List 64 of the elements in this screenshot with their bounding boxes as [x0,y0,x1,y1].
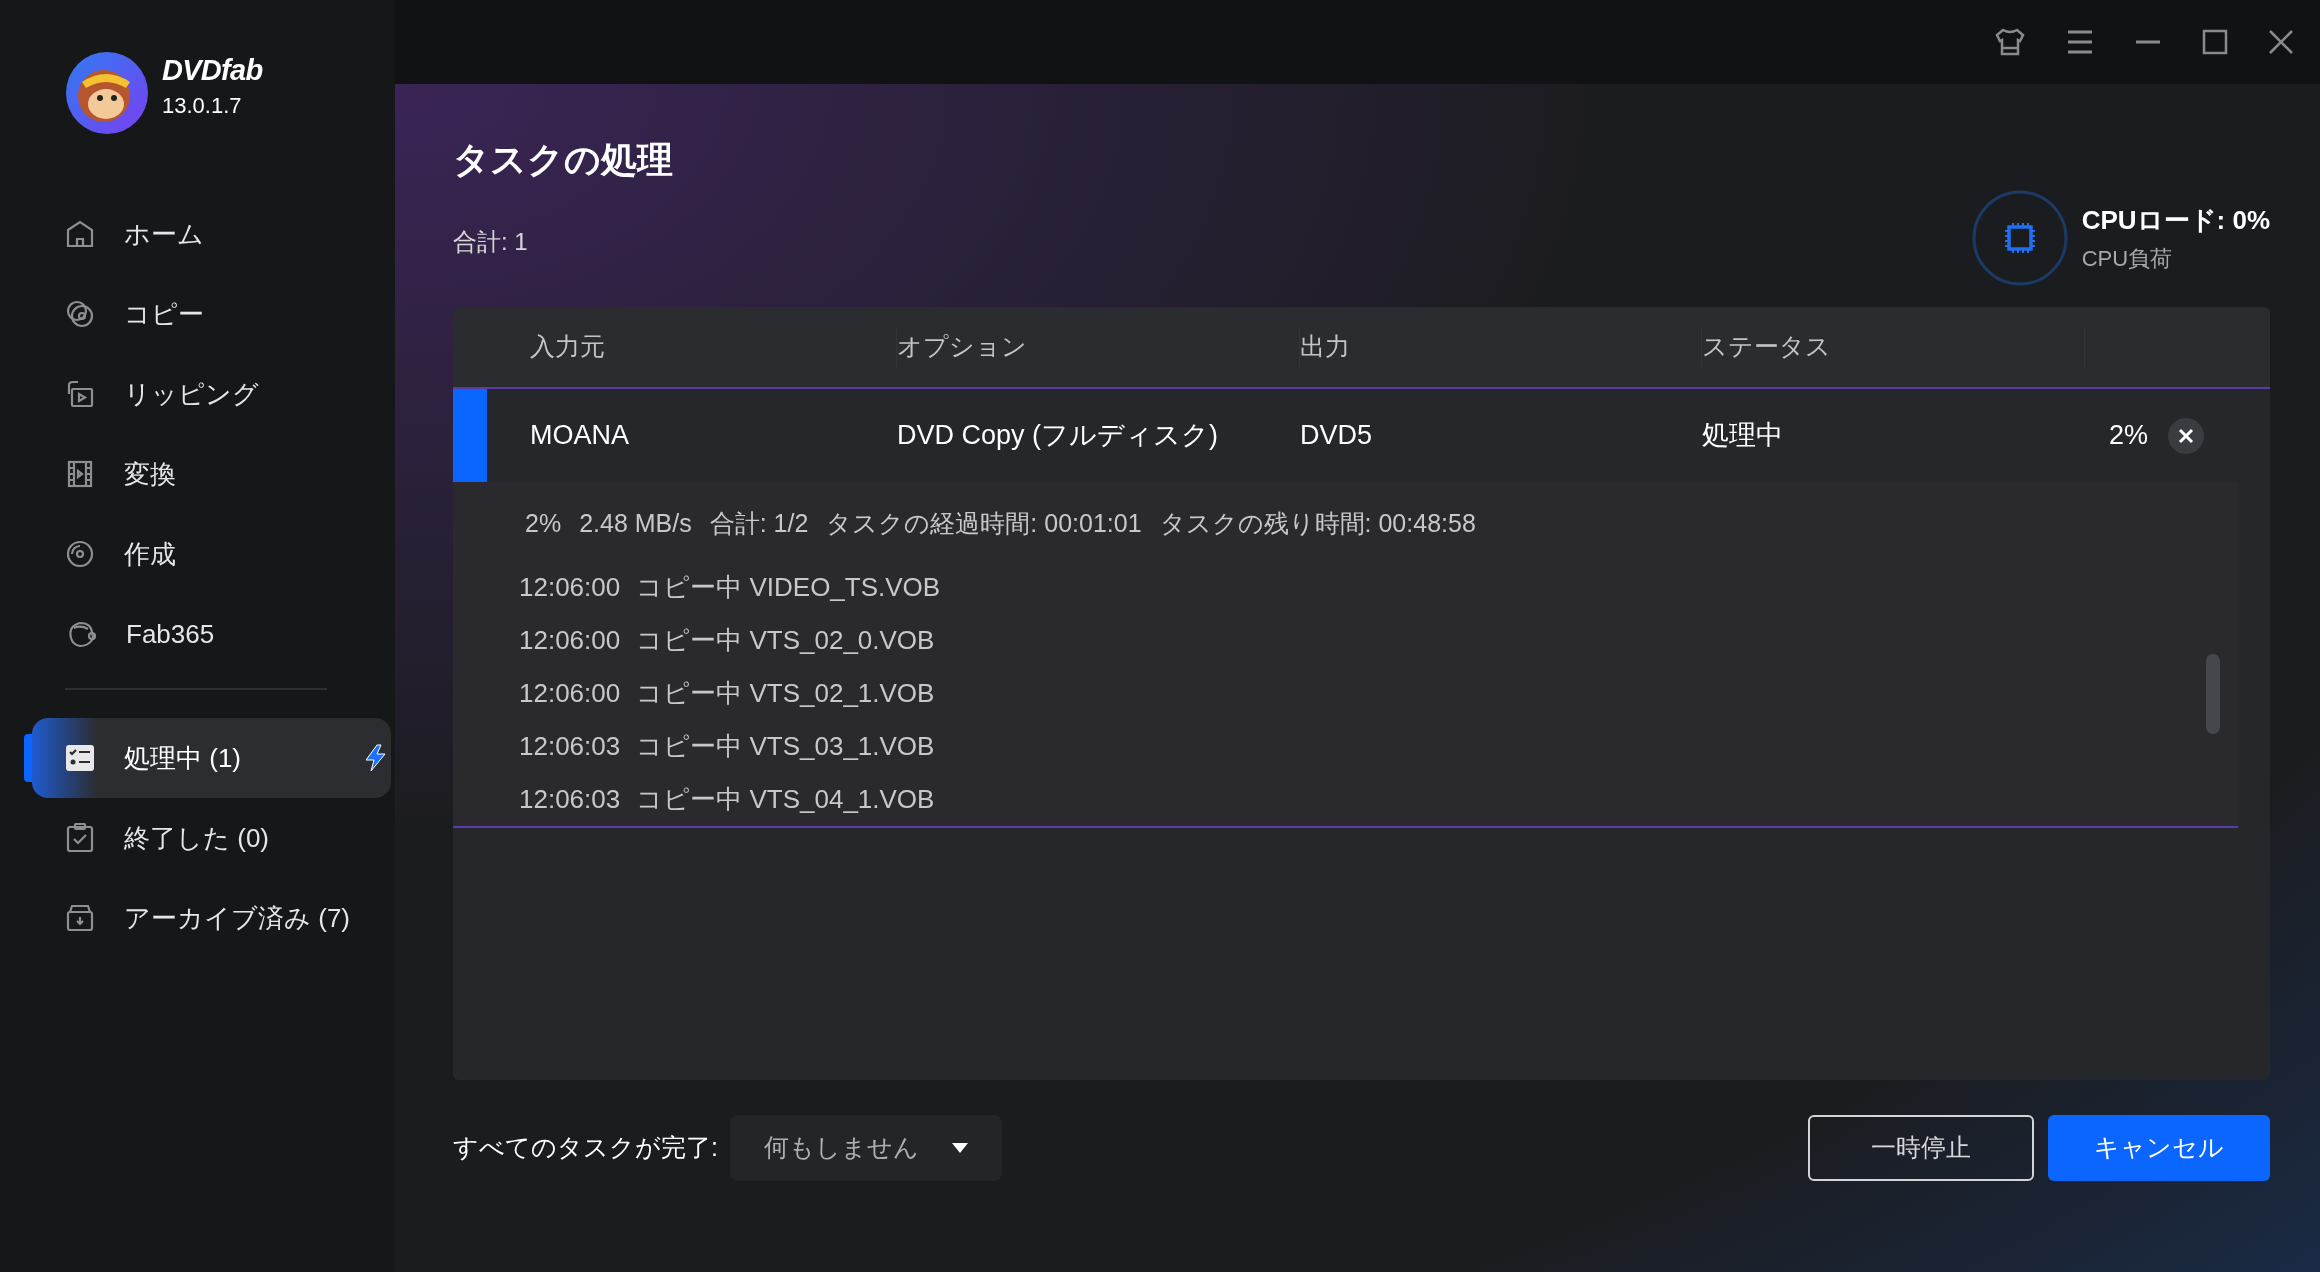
table-cell: 処理中 [1702,420,1783,451]
progress-percent: 2% [2108,419,2148,453]
sidebar-item[interactable]: 処理中 (1) [124,738,241,778]
column-header: オプション [897,331,1027,363]
table-cell: DVD5 [1300,420,1373,451]
log-message: コピー中 VTS_04_1.VOB [636,783,935,816]
sidebar-item[interactable]: アーカイブ済み (7) [124,898,350,938]
page-title: タスクの処理 [453,142,673,178]
close-icon [2178,427,2194,444]
task-stat: 合計: 1/2 [709,507,809,539]
minimize-icon[interactable] [2134,39,2162,45]
cpu-load-label: CPUロード: 0% [2081,204,2270,237]
sidebar-item[interactable]: 終了した (0) [124,818,269,858]
on-complete-label: すべてのタスクが完了: [453,1132,718,1164]
cpu-load-caption: CPU負荷 [2081,244,2174,272]
log-message: コピー中 VTS_03_1.VOB [636,730,935,763]
disc-icon [66,540,94,568]
film-icon [66,460,94,488]
mascot-icon [66,620,96,648]
sidebar-item[interactable]: 変換 [124,454,176,494]
task-stat: 2.48 MB/s [579,507,692,539]
table-cell: MOANA [530,420,629,451]
maximize-icon[interactable] [2202,29,2228,55]
discs-icon [66,300,94,328]
log-time: 12:06:00 [519,677,621,710]
sidebar-item[interactable]: 作成 [124,534,176,574]
archive-box-icon [66,904,94,932]
log-time: 12:06:00 [519,624,621,657]
log-time: 12:06:00 [519,571,621,604]
remove-task-button[interactable] [2168,417,2204,454]
column-header: 入力元 [530,331,605,363]
log-time: 12:06:03 [519,730,621,763]
pause-button[interactable]: 一時停止 [1808,1115,2034,1181]
caret-down-icon [951,1143,968,1153]
task-stat: タスクの経過時間: 00:01:01 [826,507,1142,539]
task-stat: 2% [525,507,562,539]
sidebar-item[interactable]: リッピング [124,374,259,414]
column-header: 出力 [1300,331,1350,363]
table-cell: DVD Copy (フルディスク) [897,420,1219,451]
log-time: 12:06:03 [519,783,621,816]
log-message: コピー中 VTS_02_1.VOB [636,677,935,710]
video-folder-icon [66,380,94,408]
task-stat: タスクの残り時間: 00:48:58 [1159,507,1476,539]
menu-icon[interactable] [2066,29,2094,55]
sidebar-item[interactable]: Fab365 [126,614,215,654]
sidebar-item[interactable]: コピー [124,294,204,334]
scrollbar-thumb[interactable] [2206,654,2220,734]
home-icon [66,220,94,248]
app-logo-text: DVDfab [162,56,263,85]
sidebar-item[interactable]: ホーム [124,214,204,254]
on-complete-dropdown[interactable]: 何もしません [729,1115,1002,1181]
log-message: コピー中 VIDEO_TS.VOB [636,571,941,604]
column-header: ステータス [1702,331,1831,363]
lightning-icon [363,744,387,772]
close-icon[interactable] [2268,29,2294,55]
checklist-icon [66,745,94,771]
clipboard-check-icon [66,823,94,853]
monkey-logo-icon [66,52,148,134]
shirt-icon[interactable] [1994,27,2026,57]
log-message: コピー中 VTS_02_0.VOB [636,624,935,657]
app-version: 13.0.1.7 [162,95,243,117]
cpu-icon [1971,190,2068,286]
task-total: 合計: 1 [453,230,529,254]
cancel-button[interactable]: キャンセル [2048,1115,2270,1181]
